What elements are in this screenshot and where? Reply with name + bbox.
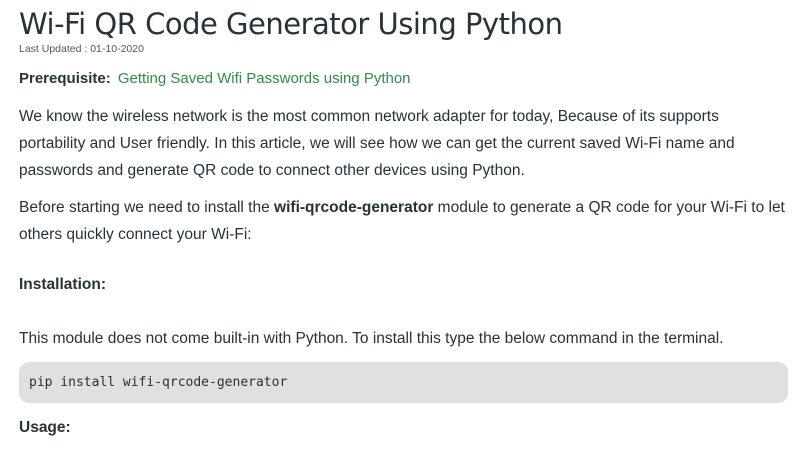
installation-heading: Installation: [19,276,106,293]
module-paragraph: Before starting we need to install the w… [19,194,789,248]
last-updated-date: 01-10-2020 [90,43,144,55]
module-name: wifi-qrcode-generator [274,199,434,216]
usage-heading: Usage: [19,419,71,436]
code-block[interactable]: pip install wifi-qrcode-generator [19,362,788,403]
prerequisite-link[interactable]: Getting Saved Wifi Passwords using Pytho… [118,70,411,87]
prerequisite-label: Prerequisite: [19,70,111,87]
prerequisite: Prerequisite: Getting Saved Wifi Passwor… [19,70,411,87]
installation-paragraph: This module does not come built-in with … [19,330,724,347]
article-title: Wi-Fi QR Code Generator Using Python [19,7,563,41]
last-updated-label: Last Updated : [19,43,88,55]
module-paragraph-before: Before starting we need to install the [19,199,275,216]
install-command[interactable]: pip install wifi-qrcode-generator [29,375,287,390]
intro-paragraph: We know the wireless network is the most… [19,108,735,179]
last-updated: Last Updated : 01-10-2020 [19,43,144,55]
